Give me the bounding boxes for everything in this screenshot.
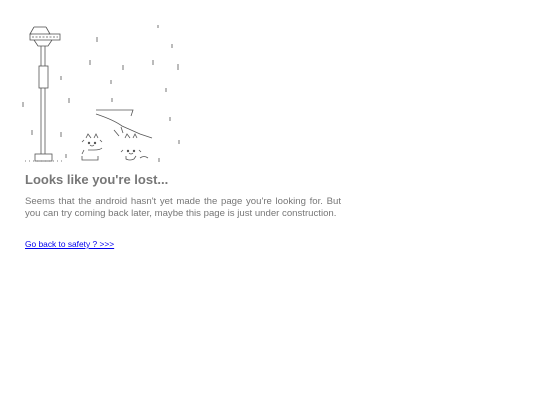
- error-page: Looks like you're lost... Seems that the…: [0, 0, 540, 405]
- page-title: Looks like you're lost...: [25, 172, 169, 187]
- ascii-art-illustration: [22, 22, 182, 164]
- lamp-head-left: [29, 26, 35, 35]
- error-message: Seems that the android hasn't yet made t…: [25, 196, 341, 219]
- go-back-link[interactable]: Go back to safety ? >>>: [25, 239, 114, 249]
- streetlamp-cats-rain-icon: [22, 25, 180, 162]
